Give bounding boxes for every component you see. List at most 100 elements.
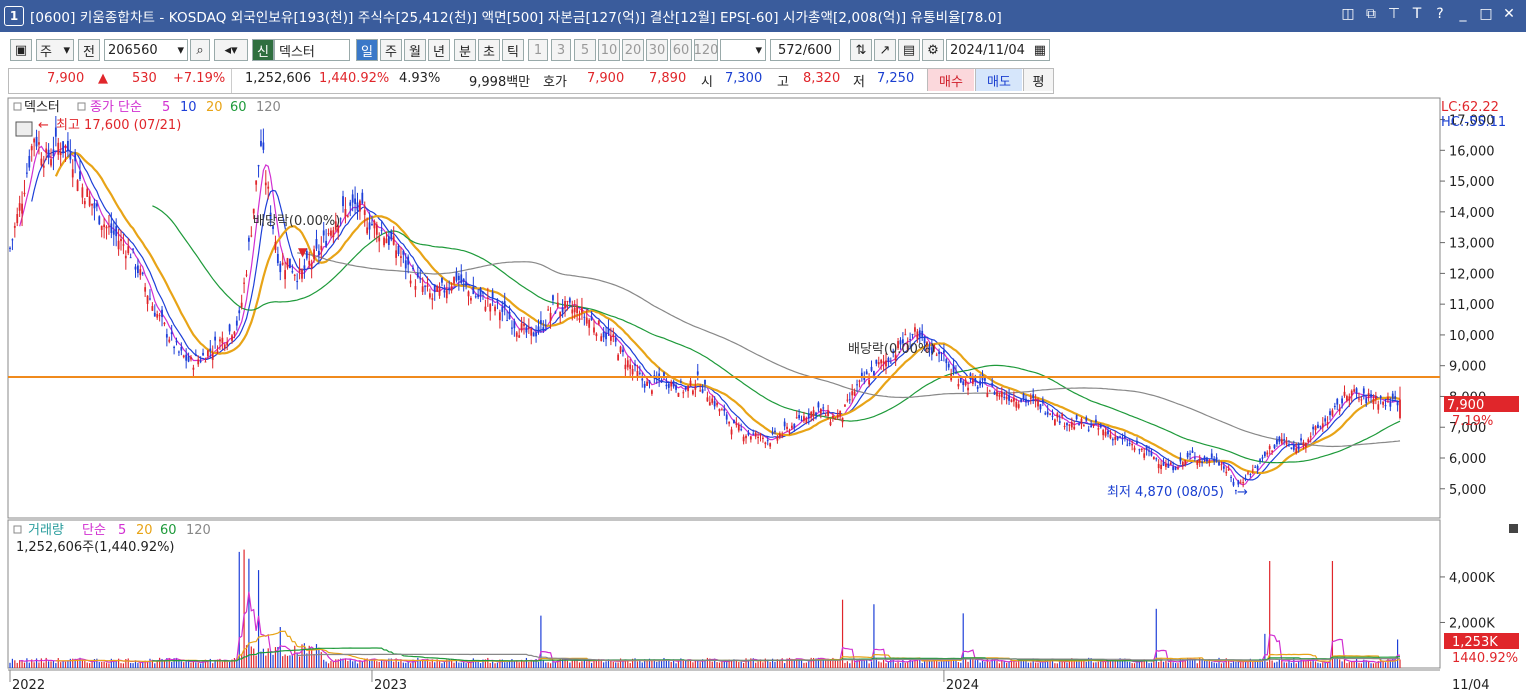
- candle-body: [153, 312, 156, 317]
- legend-toggle-icon[interactable]: [13, 102, 22, 111]
- candle-body: [1227, 469, 1230, 471]
- candle-body: [561, 307, 564, 313]
- candle-body: [1169, 462, 1172, 465]
- legend-ma-label[interactable]: 종가 단순: [90, 100, 142, 115]
- candle-body: [228, 324, 231, 332]
- drawing-tools-icon[interactable]: ↗: [874, 39, 896, 61]
- minute-option-30[interactable]: 30: [646, 39, 668, 61]
- open-label: 시: [701, 75, 713, 90]
- minute-option-20[interactable]: 20: [622, 39, 644, 61]
- split-icon[interactable]: ◫: [1341, 6, 1355, 22]
- period-high-label: 최고 17,600 (07/21): [56, 118, 181, 133]
- candle-body: [1396, 401, 1399, 406]
- candle-body: [1066, 422, 1068, 426]
- minute-option-3[interactable]: 3: [551, 39, 571, 61]
- minute-option-60[interactable]: 60: [670, 39, 692, 61]
- candle-body: [38, 142, 40, 145]
- candle-body: [692, 390, 694, 395]
- candle-body: [1049, 413, 1051, 415]
- maximize-icon[interactable]: □: [1479, 6, 1493, 22]
- candle-body: [576, 306, 579, 314]
- minute-option-10[interactable]: 10: [598, 39, 620, 61]
- stock-code-input[interactable]: 206560 ▾: [104, 39, 188, 61]
- minute-option-1[interactable]: 1: [528, 39, 548, 61]
- candle-body: [675, 385, 677, 390]
- data-table-icon[interactable]: [15, 121, 33, 137]
- candle-body: [566, 301, 569, 303]
- candle-body: [1278, 436, 1281, 442]
- candle-body: [1068, 424, 1071, 426]
- candle-body: [846, 399, 849, 401]
- minute-option-120[interactable]: 120: [694, 39, 718, 61]
- prev-button[interactable]: 전: [78, 39, 100, 61]
- count-field[interactable]: 572/600: [770, 39, 840, 61]
- period-button-week[interactable]: 주: [380, 39, 402, 61]
- legend-stock-name[interactable]: 덱스터: [24, 100, 60, 115]
- candle-body: [1157, 464, 1160, 469]
- legend-toggle-icon[interactable]: [13, 525, 22, 534]
- sell-button[interactable]: 매도: [975, 69, 1022, 91]
- candle-body: [286, 258, 289, 268]
- period-button-second[interactable]: 초: [478, 39, 500, 61]
- close-icon[interactable]: ✕: [1502, 6, 1516, 22]
- candle-body: [1377, 404, 1380, 410]
- stock-name-field[interactable]: 덱스터: [274, 39, 350, 61]
- period-button-month[interactable]: 월: [404, 39, 426, 61]
- candle-body: [1167, 463, 1170, 468]
- minute-option-5[interactable]: 5: [574, 39, 596, 61]
- candle-body: [909, 339, 912, 341]
- market-type-select[interactable]: 주 ▾: [36, 39, 74, 61]
- candle-body: [638, 372, 641, 374]
- period-button-minute[interactable]: 분: [454, 39, 476, 61]
- font-icon[interactable]: T: [1410, 6, 1424, 22]
- chart-menu-icon[interactable]: ▣: [10, 39, 32, 61]
- pin-icon[interactable]: ⊤: [1387, 6, 1401, 22]
- candle-body: [127, 246, 130, 254]
- candle-body: [103, 224, 106, 228]
- candle-body: [873, 371, 875, 375]
- gear-icon[interactable]: ⚙: [922, 39, 944, 61]
- candle-body: [525, 327, 528, 333]
- candle-body: [1391, 393, 1394, 399]
- candle-body: [515, 332, 518, 337]
- candle-body: [1222, 466, 1225, 469]
- date-field[interactable]: 2024/11/04 ▦: [946, 39, 1050, 61]
- save-icon[interactable]: ▤: [898, 39, 920, 61]
- candle-body: [1039, 404, 1042, 410]
- custom-period-select[interactable]: ▾: [720, 39, 766, 61]
- candle-body: [178, 351, 180, 353]
- price-tick-label: 11,000: [1449, 298, 1495, 313]
- buy-button[interactable]: 매수: [927, 69, 974, 91]
- help-icon[interactable]: ?: [1433, 6, 1447, 22]
- eval-button[interactable]: 평: [1023, 69, 1053, 91]
- stock-chart[interactable]: 5,0006,0007,0008,0009,00010,00011,00012,…: [0, 96, 1526, 700]
- search-icon[interactable]: ⌕: [190, 39, 210, 61]
- period-button-day[interactable]: 일: [356, 39, 378, 61]
- candle-body: [684, 386, 687, 389]
- candle-body: [1261, 457, 1264, 459]
- legend-volume-name[interactable]: 거래량: [28, 523, 64, 538]
- candle-settings-icon[interactable]: ⇅: [850, 39, 872, 61]
- candle-body: [1206, 457, 1208, 462]
- candle-body: [1032, 394, 1035, 399]
- candle-body: [945, 359, 948, 364]
- candle-body: [460, 274, 463, 284]
- candle-body: [1215, 457, 1218, 462]
- window-number-badge[interactable]: 1: [4, 6, 24, 26]
- candle-body: [9, 247, 11, 249]
- candle-body: [185, 354, 188, 361]
- candle-body: [375, 224, 378, 235]
- legend-toggle-icon[interactable]: [77, 102, 86, 111]
- candle-body: [918, 330, 921, 338]
- pane-close-icon[interactable]: [1509, 524, 1518, 533]
- minimize-icon[interactable]: _: [1456, 6, 1470, 22]
- candle-body: [448, 287, 451, 289]
- legend-volume-ma[interactable]: 단순: [82, 523, 106, 538]
- period-button-tick[interactable]: 틱: [502, 39, 524, 61]
- candle-body: [151, 306, 154, 311]
- speaker-icon[interactable]: ◂▾: [214, 39, 248, 61]
- candle-body: [725, 414, 728, 420]
- candle-body: [64, 145, 67, 148]
- period-button-year[interactable]: 년: [428, 39, 450, 61]
- restore-windows-icon[interactable]: ⧉: [1364, 6, 1378, 22]
